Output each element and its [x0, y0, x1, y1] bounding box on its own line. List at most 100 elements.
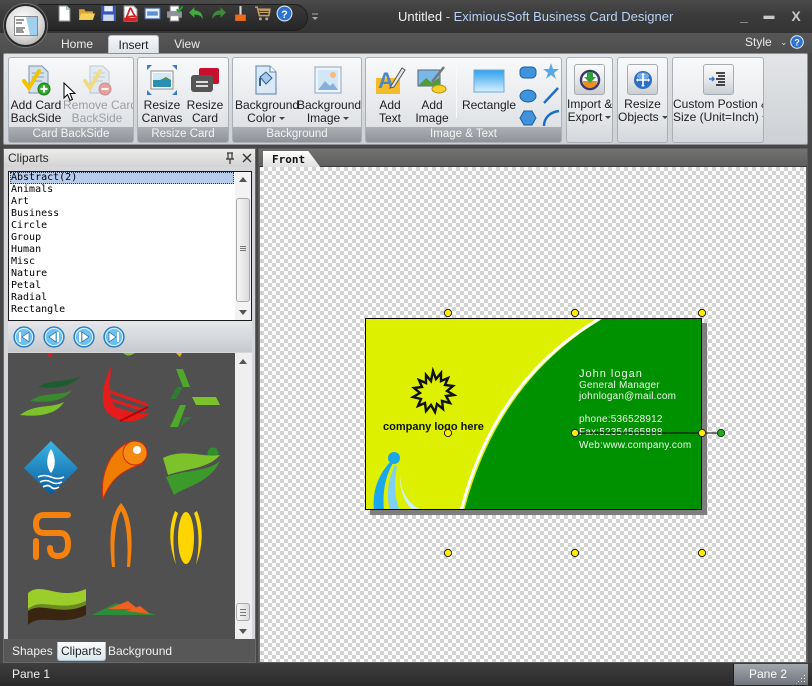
tab-front[interactable]: Front	[263, 151, 321, 168]
card-preview-icon[interactable]	[144, 5, 161, 22]
arc-shape-icon[interactable]	[542, 109, 560, 127]
card-fax-text[interactable]: Fax:52354565888	[579, 427, 663, 438]
clipart-partial-green[interactable]	[123, 353, 135, 356]
close-icon[interactable]	[242, 153, 252, 163]
previous-page-icon[interactable]	[43, 326, 65, 348]
list-item[interactable]: Animals	[10, 184, 234, 196]
group-background: Background Color Background Image Backgr…	[232, 57, 362, 143]
custom-position-size-button[interactable]: Custom Postion & Size (Unit=Inch)	[673, 62, 763, 128]
ellipse-shape-icon[interactable]	[519, 86, 537, 104]
list-item[interactable]: Business	[10, 208, 234, 220]
list-item[interactable]: Abstract(2)	[10, 172, 234, 184]
tab-view[interactable]: View	[170, 35, 204, 54]
custom-position-icon-box	[702, 64, 734, 95]
rounded-rectangle-shape-icon[interactable]	[519, 63, 537, 81]
scroll-down-arrow-icon[interactable]	[239, 310, 247, 315]
add-image-button[interactable]: Add Image	[412, 62, 452, 128]
svg-text:?: ?	[794, 38, 800, 48]
card-web-text[interactable]: Web:www.company.com	[579, 440, 691, 451]
list-item[interactable]: Group	[10, 232, 234, 244]
close-button[interactable]: X	[788, 8, 804, 24]
import-export-button[interactable]: Import & Export	[567, 62, 612, 128]
print-icon[interactable]	[166, 5, 184, 22]
help-icon[interactable]: ?	[276, 5, 293, 22]
gallery-scrollbar[interactable]	[235, 353, 252, 639]
resize-canvas-icon	[147, 65, 177, 95]
help-icon[interactable]: ?	[790, 35, 804, 49]
tab-home[interactable]: Home	[58, 35, 96, 54]
first-page-icon[interactable]	[13, 326, 35, 348]
background-image-button[interactable]: Background Image	[297, 62, 361, 128]
list-item[interactable]: Art	[10, 196, 234, 208]
clipart-orange-s-shape[interactable]	[32, 512, 72, 560]
clipart-green-pinwheel[interactable]	[170, 369, 220, 427]
rectangle-button[interactable]: Rectangle	[461, 62, 517, 128]
line-shape-icon[interactable]	[542, 86, 560, 104]
category-list[interactable]: Abstract(2) Animals Art Business Circle …	[8, 171, 252, 321]
add-card-backside-button[interactable]: Add Card BackSide	[9, 62, 63, 128]
chevron-down-icon[interactable]: ⌄	[780, 37, 788, 48]
clipart-orange-comet[interactable]	[101, 440, 148, 501]
business-card[interactable]: company logo here John logan General Man…	[365, 318, 702, 510]
last-page-icon[interactable]	[103, 326, 125, 348]
list-item[interactable]: Radial	[10, 292, 234, 304]
list-item[interactable]: Rectangle	[10, 304, 234, 316]
customize-toolbar-dropdown-icon[interactable]	[311, 9, 319, 20]
brush-icon[interactable]	[232, 5, 249, 22]
clipart-orange-arch[interactable]	[110, 503, 132, 567]
card-job-title-text[interactable]: General Manager	[579, 380, 660, 391]
scrollbar-thumb[interactable]	[236, 603, 250, 621]
logo-text[interactable]: company logo here	[383, 421, 484, 433]
open-folder-icon[interactable]	[78, 5, 95, 22]
list-item[interactable]: Nature	[10, 268, 234, 280]
next-page-icon[interactable]	[73, 326, 95, 348]
clipart-partial-yellow[interactable]	[176, 353, 182, 357]
maximize-button[interactable]: ▬	[761, 10, 777, 22]
hexagon-shape-icon[interactable]	[519, 109, 537, 127]
pin-icon[interactable]	[225, 152, 235, 164]
list-item[interactable]: Petal	[10, 280, 234, 292]
star-shape-icon[interactable]	[542, 62, 560, 80]
redo-icon[interactable]	[210, 5, 227, 22]
card-phone-text[interactable]: phone:536528912	[579, 414, 663, 425]
list-item[interactable]: Human	[10, 244, 234, 256]
clipart-green-waves[interactable]	[20, 377, 80, 416]
add-text-button[interactable]: A Add Text	[370, 62, 410, 128]
list-item[interactable]: Circle	[10, 220, 234, 232]
clipart-red-wings[interactable]	[102, 367, 150, 422]
clipart-green-brown-wave[interactable]	[28, 589, 86, 625]
undo-icon[interactable]	[188, 5, 205, 22]
save-icon[interactable]	[100, 5, 117, 22]
style-menu[interactable]: Style	[745, 35, 772, 49]
document-title: Untitled	[398, 9, 443, 24]
clipart-partial-red[interactable]	[46, 353, 53, 358]
scroll-up-arrow-icon[interactable]	[239, 177, 247, 182]
scrollbar-thumb[interactable]	[236, 198, 250, 302]
tab-insert[interactable]: Insert	[108, 35, 159, 54]
resize-canvas-button[interactable]: Resize Canvas	[140, 62, 184, 128]
scroll-up-arrow-icon[interactable]	[239, 359, 247, 364]
clipart-green-swoosh[interactable]	[163, 447, 220, 496]
clipart-yellow-ellipses[interactable]	[170, 511, 202, 565]
clipart-gallery-canvas	[20, 353, 220, 625]
scroll-down-arrow-icon[interactable]	[239, 629, 247, 634]
application-menu-button[interactable]	[4, 4, 47, 47]
resize-grip-icon[interactable]	[796, 673, 806, 683]
tab-cliparts[interactable]: Cliparts	[57, 642, 106, 661]
resize-objects-button[interactable]: Resize Objects	[618, 62, 667, 128]
category-list-scrollbar[interactable]	[235, 172, 251, 320]
status-pane-2: Pane 2	[749, 667, 788, 681]
card-email-text[interactable]: johnlogan@mail.com	[579, 391, 676, 402]
clipart-blue-diamond-flame[interactable]	[24, 441, 78, 495]
list-item[interactable]: Misc	[10, 256, 234, 268]
tab-background[interactable]: Background	[105, 642, 175, 661]
resize-card-button[interactable]: Resize Card	[184, 62, 226, 128]
card-name-text[interactable]: John logan	[579, 368, 643, 380]
minimize-button[interactable]: _	[736, 8, 752, 24]
new-document-icon[interactable]	[56, 5, 73, 22]
shopping-cart-icon[interactable]	[254, 5, 271, 22]
background-color-button[interactable]: Background Color	[235, 62, 299, 128]
tab-shapes[interactable]: Shapes	[9, 642, 56, 661]
export-pdf-icon[interactable]	[122, 5, 139, 22]
clipart-green-orange-peaks[interactable]	[92, 601, 156, 615]
